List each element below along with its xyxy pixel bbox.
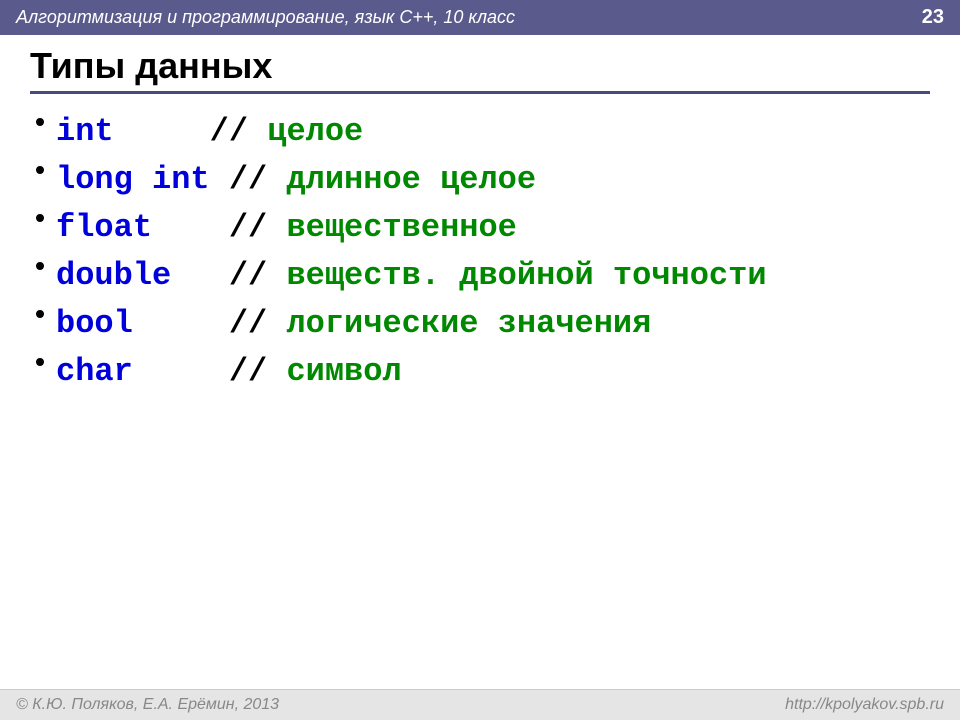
list-item: double // веществ. двойной точности — [56, 252, 930, 300]
comment-mark: // — [210, 353, 287, 390]
keyword: long int — [56, 161, 210, 198]
comment-mark: // — [210, 305, 287, 342]
bullet-icon — [36, 310, 44, 318]
bullet-icon — [36, 358, 44, 366]
comment-mark: // — [210, 113, 268, 150]
copyright: © К.Ю. Поляков, Е.А. Ерёмин, 2013 — [16, 696, 279, 714]
comment-text: целое — [267, 113, 363, 150]
list-item: float // вещественное — [56, 204, 930, 252]
type-list: int // целое long int // длинное целое f… — [30, 108, 930, 396]
slide-content: Типы данных int // целое long int // дли… — [0, 35, 960, 396]
footer-bar: © К.Ю. Поляков, Е.А. Ерёмин, 2013 http:/… — [0, 689, 960, 720]
keyword: int — [56, 113, 210, 150]
comment-text: длинное целое — [286, 161, 536, 198]
slide-title: Типы данных — [30, 45, 930, 94]
footer-url: http://kpolyakov.spb.ru — [785, 696, 944, 714]
comment-mark: // — [210, 209, 287, 246]
list-item: int // целое — [56, 108, 930, 156]
list-item: long int // длинное целое — [56, 156, 930, 204]
comment-text: веществ. двойной точности — [286, 257, 766, 294]
keyword: float — [56, 209, 210, 246]
keyword: bool — [56, 305, 210, 342]
header-bar: Алгоритмизация и программирование, язык … — [0, 0, 960, 35]
comment-text: вещественное — [286, 209, 516, 246]
bullet-icon — [36, 262, 44, 270]
keyword: double — [56, 257, 210, 294]
list-item: char // символ — [56, 348, 930, 396]
bullet-icon — [36, 166, 44, 174]
bullet-icon — [36, 118, 44, 126]
comment-mark: // — [210, 161, 287, 198]
bullet-icon — [36, 214, 44, 222]
course-title: Алгоритмизация и программирование, язык … — [16, 7, 515, 28]
comment-text: логические значения — [286, 305, 651, 342]
comment-mark: // — [210, 257, 287, 294]
list-item: bool // логические значения — [56, 300, 930, 348]
keyword: char — [56, 353, 210, 390]
page-number: 23 — [922, 6, 944, 29]
comment-text: символ — [286, 353, 401, 390]
